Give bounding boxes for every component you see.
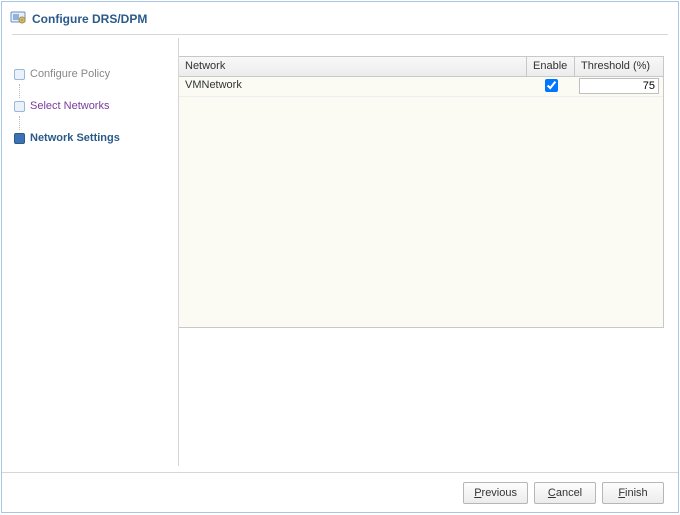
step-network-settings[interactable]: Network Settings (14, 130, 172, 146)
content-area: Configure Policy Select Networks Network… (2, 38, 678, 466)
step-label: Network Settings (30, 132, 120, 144)
dialog-window: Configure DRS/DPM Configure Policy Selec… (1, 1, 679, 513)
step-configure-policy[interactable]: Configure Policy (14, 66, 172, 82)
cancel-button[interactable]: Cancel (534, 482, 596, 504)
step-label: Configure Policy (30, 68, 110, 80)
grid-header-row: Network Enable Threshold (%) (179, 57, 663, 77)
previous-button[interactable]: Previous (463, 482, 528, 504)
grid-row[interactable]: VMNetwork (179, 77, 663, 97)
step-select-networks[interactable]: Select Networks (14, 98, 172, 114)
col-header-enable[interactable]: Enable (527, 57, 575, 76)
network-grid: Network Enable Threshold (%) VMNetwork (178, 56, 664, 328)
finish-button[interactable]: Finish (602, 482, 664, 504)
cell-network-name: VMNetwork (179, 77, 527, 96)
dialog-footer: Previous Cancel Finish (2, 472, 678, 512)
cell-threshold (575, 77, 663, 96)
wizard-sidebar: Configure Policy Select Networks Network… (2, 38, 178, 466)
step-box-icon (14, 101, 25, 112)
col-header-threshold[interactable]: Threshold (%) (575, 57, 663, 76)
main-panel: Network Enable Threshold (%) VMNetwork (178, 38, 678, 466)
step-label: Select Networks (30, 100, 109, 112)
dialog-header: Configure DRS/DPM (2, 2, 678, 34)
panel-divider (178, 38, 179, 466)
cell-enable (527, 77, 575, 96)
step-box-icon (14, 69, 25, 80)
step-connector (19, 116, 20, 130)
threshold-input[interactable] (579, 78, 659, 94)
step-box-icon (14, 133, 25, 144)
col-header-network[interactable]: Network (179, 57, 527, 76)
header-divider (12, 34, 668, 35)
enable-checkbox[interactable] (545, 79, 558, 92)
config-icon (10, 9, 26, 28)
step-connector (19, 84, 20, 98)
dialog-title: Configure DRS/DPM (32, 12, 147, 26)
